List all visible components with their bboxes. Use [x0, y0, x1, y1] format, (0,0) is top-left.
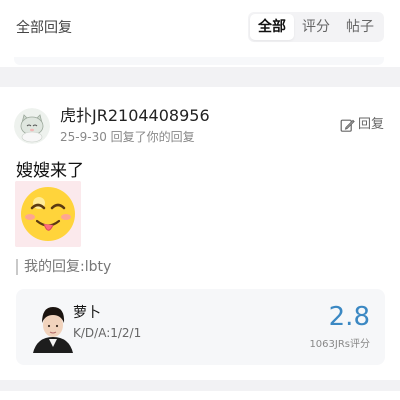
- player-rating-card[interactable]: 萝卜 K/D/A:1/2/1 2.8 1063JRs评分: [16, 289, 385, 365]
- avatar[interactable]: [14, 108, 50, 144]
- next-card: [0, 391, 400, 400]
- tab-all[interactable]: 全部: [250, 14, 294, 40]
- page: 全部回复 全部 评分 帖子 虎扑JR2104408956 25-9-30 回复了…: [0, 0, 400, 400]
- player-avatar: [29, 301, 77, 353]
- page-title: 全部回复: [16, 20, 72, 36]
- previous-card-inner: [14, 57, 384, 65]
- my-reply-quote[interactable]: 我的回复:lbty: [16, 257, 111, 277]
- reply-button[interactable]: 回复: [340, 116, 384, 134]
- username[interactable]: 虎扑JR2104408956: [60, 105, 210, 127]
- rating-count: 1063JRs评分: [309, 339, 370, 350]
- reply-meta: 25-9-30 回复了你的回复: [60, 130, 195, 144]
- reply-card[interactable]: 虎扑JR2104408956 25-9-30 回复了你的回复 回复 嫂嫂来了 我…: [0, 87, 400, 380]
- my-reply-text: 我的回复:lbty: [24, 259, 112, 275]
- rating-score: 2.8: [328, 302, 370, 332]
- tab-ratings[interactable]: 评分: [294, 14, 338, 40]
- tongue-out-face-emoji-icon: [15, 181, 81, 247]
- previous-card: [0, 57, 400, 67]
- cat-avatar-icon: [14, 108, 50, 144]
- reply-button-label: 回复: [357, 117, 384, 132]
- comment-text: 嫂嫂来了: [16, 161, 84, 181]
- player-portrait-icon: [29, 301, 77, 353]
- edit-icon: [340, 119, 355, 132]
- filter-tabs: 全部 评分 帖子: [248, 12, 384, 42]
- quote-bar: [16, 259, 18, 275]
- player-name: 萝卜: [73, 305, 101, 321]
- tab-posts[interactable]: 帖子: [338, 14, 382, 40]
- header: 全部回复 全部 评分 帖子: [0, 0, 400, 57]
- player-kda: K/D/A:1/2/1: [73, 326, 142, 340]
- emoji-image[interactable]: [15, 181, 81, 247]
